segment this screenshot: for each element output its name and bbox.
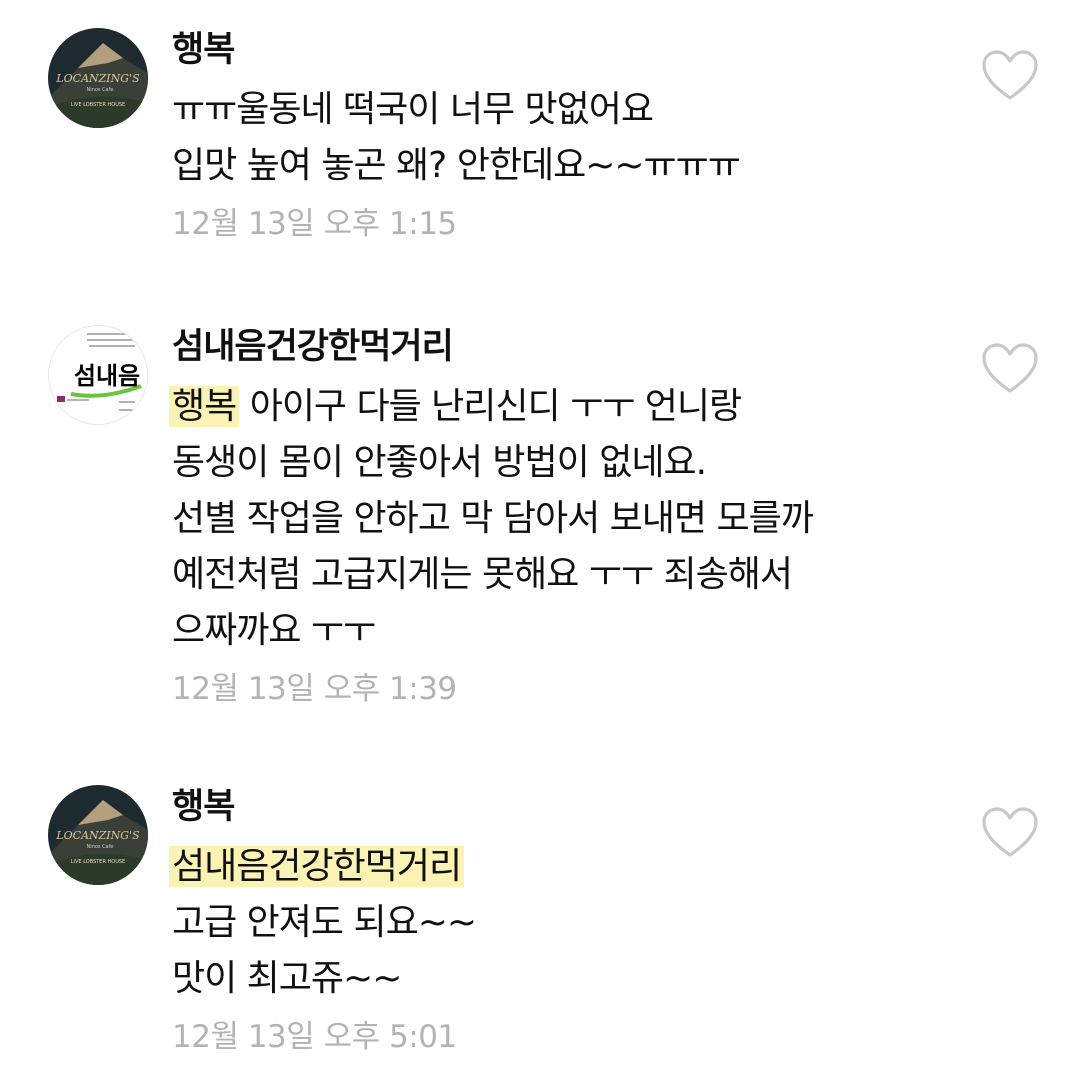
comment-item: 섬내음 섬내음건강한먹거리 행복 아이구 다들 난리신디 ㅜㅜ 언니랑 동생이 … — [0, 325, 1080, 725]
comment-line: 섬내음건강한먹거리 — [169, 839, 952, 895]
comment-item: LOCANZING'S Ninos Cafe LIVE LOBSTER HOUS… — [0, 28, 1080, 258]
comment-content: 행복 섬내음건강한먹거리 고급 안져도 되요~~ 맛이 최고쥬~~ 12월 13… — [169, 785, 952, 1061]
svg-text:섬내음: 섬내음 — [74, 361, 140, 390]
comment-line-text: 아이구 다들 난리신디 ㅜㅜ 언니랑 — [239, 386, 742, 427]
mention-tag[interactable]: 섬내음건강한먹거리 — [169, 846, 465, 887]
svg-text:LIVE LOBSTER HOUSE: LIVE LOBSTER HOUSE — [71, 859, 125, 865]
comment-line: 맛이 최고쥬~~ — [172, 958, 402, 999]
heart-icon — [982, 50, 1038, 100]
comment-author[interactable]: 행복 — [172, 28, 952, 72]
avatar-image: LOCANZING'S Ninos Cafe LIVE LOBSTER HOUS… — [48, 785, 148, 885]
comment-timestamp: 12월 13일 오후 5:01 — [172, 1019, 457, 1055]
comment-body: 섬내음건강한먹거리 고급 안져도 되요~~ 맛이 최고쥬~~ — [169, 839, 952, 1007]
comment-timestamp: 12월 13일 오후 1:15 — [172, 206, 457, 242]
like-button[interactable] — [980, 48, 1040, 102]
comment-line: ㅠㅠ울동네 떡국이 너무 맛없어요 — [172, 89, 654, 130]
avatar-image: 섬내음 — [49, 326, 147, 424]
svg-text:LOCANZING'S: LOCANZING'S — [55, 72, 140, 85]
mention-tag[interactable]: 행복 — [169, 386, 240, 427]
avatar[interactable]: LOCANZING'S Ninos Cafe LIVE LOBSTER HOUS… — [48, 785, 148, 885]
svg-text:LOCANZING'S: LOCANZING'S — [55, 829, 140, 842]
svg-text:Ninos Cafe: Ninos Cafe — [87, 87, 114, 93]
like-button[interactable] — [980, 805, 1040, 859]
svg-text:LIVE LOBSTER HOUSE: LIVE LOBSTER HOUSE — [71, 102, 125, 108]
comment-content: 행복 ㅠㅠ울동네 떡국이 너무 맛없어요 입맛 높여 놓곤 왜? 안한데요~~ㅠ… — [172, 28, 952, 248]
heart-icon — [982, 343, 1038, 393]
comment-author[interactable]: 섬내음건강한먹거리 — [172, 325, 952, 369]
comment-body: ㅠㅠ울동네 떡국이 너무 맛없어요 입맛 높여 놓곤 왜? 안한데요~~ㅠㅠㅠ — [172, 82, 952, 194]
svg-text:Ninos Cafe: Ninos Cafe — [87, 844, 114, 850]
avatar[interactable]: 섬내음 — [48, 325, 148, 425]
comment-line: 고급 안져도 되요~~ — [172, 902, 477, 943]
comment-author[interactable]: 행복 — [172, 785, 952, 829]
heart-icon — [982, 807, 1038, 857]
comment-line: 입맛 높여 놓곤 왜? 안한데요~~ㅠㅠㅠ — [172, 145, 741, 186]
like-button[interactable] — [980, 341, 1040, 395]
comment-line: 으짜까요 ㅜㅜ — [172, 610, 376, 651]
avatar-image: LOCANZING'S Ninos Cafe LIVE LOBSTER HOUS… — [48, 28, 148, 128]
comment-line: 예전처럼 고급지게는 못해요 ㅜㅜ 죄송해서 — [172, 554, 793, 595]
comment-line: 선별 작업을 안하고 막 담아서 보내면 모를까 — [172, 498, 814, 539]
comment-body: 행복 아이구 다들 난리신디 ㅜㅜ 언니랑 동생이 몸이 안좋아서 방법이 없네… — [169, 379, 952, 659]
comment-content: 섬내음건강한먹거리 행복 아이구 다들 난리신디 ㅜㅜ 언니랑 동생이 몸이 안… — [169, 325, 952, 713]
comment-timestamp: 12월 13일 오후 1:39 — [172, 671, 457, 707]
comment-line: 동생이 몸이 안좋아서 방법이 없네요. — [172, 442, 707, 483]
comment-line: 행복 아이구 다들 난리신디 ㅜㅜ 언니랑 — [169, 379, 952, 435]
avatar[interactable]: LOCANZING'S Ninos Cafe LIVE LOBSTER HOUS… — [48, 28, 148, 128]
comment-item: LOCANZING'S Ninos Cafe LIVE LOBSTER HOUS… — [0, 785, 1080, 1070]
